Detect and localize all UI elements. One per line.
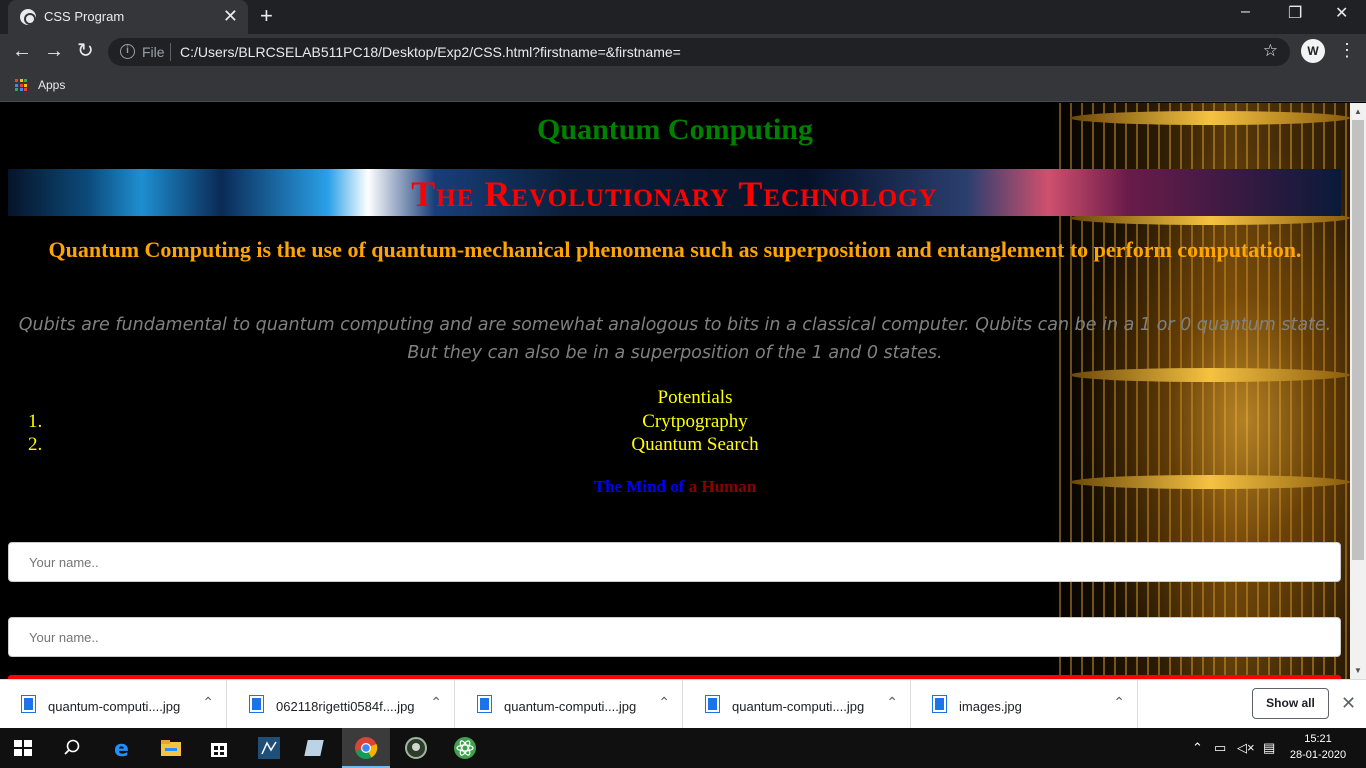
app-icon[interactable] (402, 734, 430, 762)
apps-grid-icon[interactable] (15, 79, 27, 91)
chevron-up-icon[interactable]: ⌃ (430, 694, 442, 711)
info-icon[interactable]: i (120, 44, 135, 59)
banner: The Revolutionary Technology (8, 169, 1341, 216)
download-item[interactable]: images.jpg ⌃ (911, 680, 1138, 729)
profile-avatar[interactable]: W (1301, 39, 1325, 63)
close-shelf-button[interactable]: ✕ (1341, 693, 1356, 714)
image-file-icon (705, 695, 720, 713)
download-item[interactable]: 062118rigetti0584f....jpg ⌃ (228, 680, 455, 729)
machine-ring (1070, 368, 1350, 382)
store-icon[interactable] (205, 734, 233, 762)
browser-tab[interactable]: CSS Program ✕ (8, 0, 248, 34)
chrome-icon[interactable] (352, 734, 380, 762)
taskbar: e ⌃ ▭ ◁× ▤ 15:21 28-01-2020 (0, 728, 1366, 768)
list-number: 1. (28, 411, 43, 432)
forward-button[interactable]: → (44, 40, 64, 62)
atom-icon[interactable] (451, 734, 479, 762)
page-title: Quantum Computing (537, 113, 813, 146)
download-item[interactable]: quantum-computi....jpg ⌃ (684, 680, 911, 729)
chevron-up-icon[interactable]: ⌃ (658, 694, 670, 711)
image-file-icon (21, 695, 36, 713)
mind-caption-blue: The Mind of (593, 477, 685, 496)
sql-tool-icon[interactable] (255, 734, 283, 762)
search-icon[interactable] (58, 734, 86, 762)
minimize-button[interactable]: – (1241, 3, 1250, 21)
chevron-up-icon[interactable]: ⌃ (886, 694, 898, 711)
file-explorer-icon[interactable] (157, 734, 185, 762)
scheme-label: File (142, 44, 165, 60)
tab-title: CSS Program (44, 9, 125, 24)
chevron-up-icon[interactable]: ⌃ (1192, 740, 1203, 756)
list-text: Crytpography (642, 411, 748, 432)
chevron-up-icon[interactable]: ⌃ (202, 694, 214, 711)
download-filename: 062118rigetti0584f....jpg (276, 699, 415, 714)
download-item[interactable]: quantum-computi....jpg ⌃ (0, 680, 227, 729)
download-filename: quantum-computi....jpg (504, 699, 637, 714)
name-input-second[interactable] (8, 617, 1341, 657)
notification-icon[interactable]: ▤ (1263, 740, 1275, 756)
banner-title: The Revolutionary Technology (411, 174, 938, 214)
potentials-title: Potentials (657, 387, 733, 408)
chevron-up-icon[interactable]: ⌃ (1113, 694, 1125, 711)
mind-caption: The Mind of a Human (0, 477, 1350, 497)
bookmark-star-icon[interactable]: ☆ (1263, 41, 1278, 61)
image-file-icon (477, 695, 492, 713)
show-all-button[interactable]: Show all (1252, 688, 1329, 719)
window-close-button[interactable]: ✕ (1335, 3, 1348, 23)
scroll-down-arrow-icon[interactable]: ▼ (1354, 666, 1362, 675)
list-item: 2. Quantum Search (0, 433, 1350, 456)
list-number: 2. (28, 434, 43, 455)
new-tab-button[interactable]: + (260, 4, 273, 28)
clock-time: 15:21 (1304, 733, 1332, 745)
back-button[interactable]: ← (12, 40, 32, 62)
divider (170, 43, 171, 61)
clock-date: 28-01-2020 (1289, 749, 1347, 761)
mind-caption-red: a Human (684, 477, 757, 496)
network-icon[interactable]: ▭ (1214, 740, 1226, 756)
restore-button[interactable]: ❐ (1288, 3, 1302, 23)
potentials-list: 1. Crytpography 2. Quantum Search (0, 410, 1350, 456)
svg-text:e: e (114, 737, 129, 762)
browser-toolbar: ← → ↻ i File C:/Users/BLRCSELAB511PC18/D… (0, 34, 1366, 70)
volume-muted-icon[interactable]: ◁× (1237, 740, 1255, 756)
menu-icon[interactable]: ⋮ (1338, 40, 1356, 60)
image-file-icon (932, 695, 947, 713)
vertical-scrollbar[interactable]: ▲ ▼ (1350, 103, 1366, 679)
image-file-icon (249, 695, 264, 713)
bookmarks-bar: Apps (0, 70, 1366, 102)
downloads-shelf: quantum-computi....jpg ⌃ 062118rigetti05… (0, 679, 1366, 729)
editor-icon[interactable] (303, 734, 331, 762)
tab-strip: CSS Program ✕ + – ❐ ✕ (0, 0, 1366, 34)
reload-button[interactable]: ↻ (77, 40, 94, 62)
globe-icon (20, 9, 36, 25)
address-bar[interactable]: i File C:/Users/BLRCSELAB511PC18/Desktop… (108, 38, 1290, 66)
scroll-up-arrow-icon[interactable]: ▲ (1354, 107, 1362, 116)
list-item: 1. Crytpography (0, 410, 1350, 433)
list-text: Quantum Search (631, 434, 759, 455)
url-text[interactable]: C:/Users/BLRCSELAB511PC18/Desktop/Exp2/C… (180, 44, 681, 60)
download-filename: quantum-computi....jpg (48, 699, 181, 714)
download-item[interactable]: quantum-computi....jpg ⌃ (456, 680, 683, 729)
qubits-paragraph: Qubits are fundamental to quantum comput… (18, 315, 1332, 363)
system-clock[interactable]: 15:21 28-01-2020 (1288, 731, 1348, 763)
download-filename: images.jpg (959, 699, 1022, 714)
tab-close-button[interactable]: ✕ (223, 6, 238, 26)
scrollbar-thumb[interactable] (1352, 120, 1364, 560)
web-page: Quantum Computing The Revolutionary Tech… (0, 103, 1350, 679)
windows-start-icon[interactable] (14, 740, 32, 756)
name-input[interactable] (8, 542, 1341, 582)
download-filename: quantum-computi....jpg (732, 699, 865, 714)
definition-heading: Quantum Computing is the use of quantum-… (48, 237, 1302, 262)
edge-icon[interactable]: e (109, 734, 137, 762)
apps-bookmark[interactable]: Apps (38, 78, 65, 92)
